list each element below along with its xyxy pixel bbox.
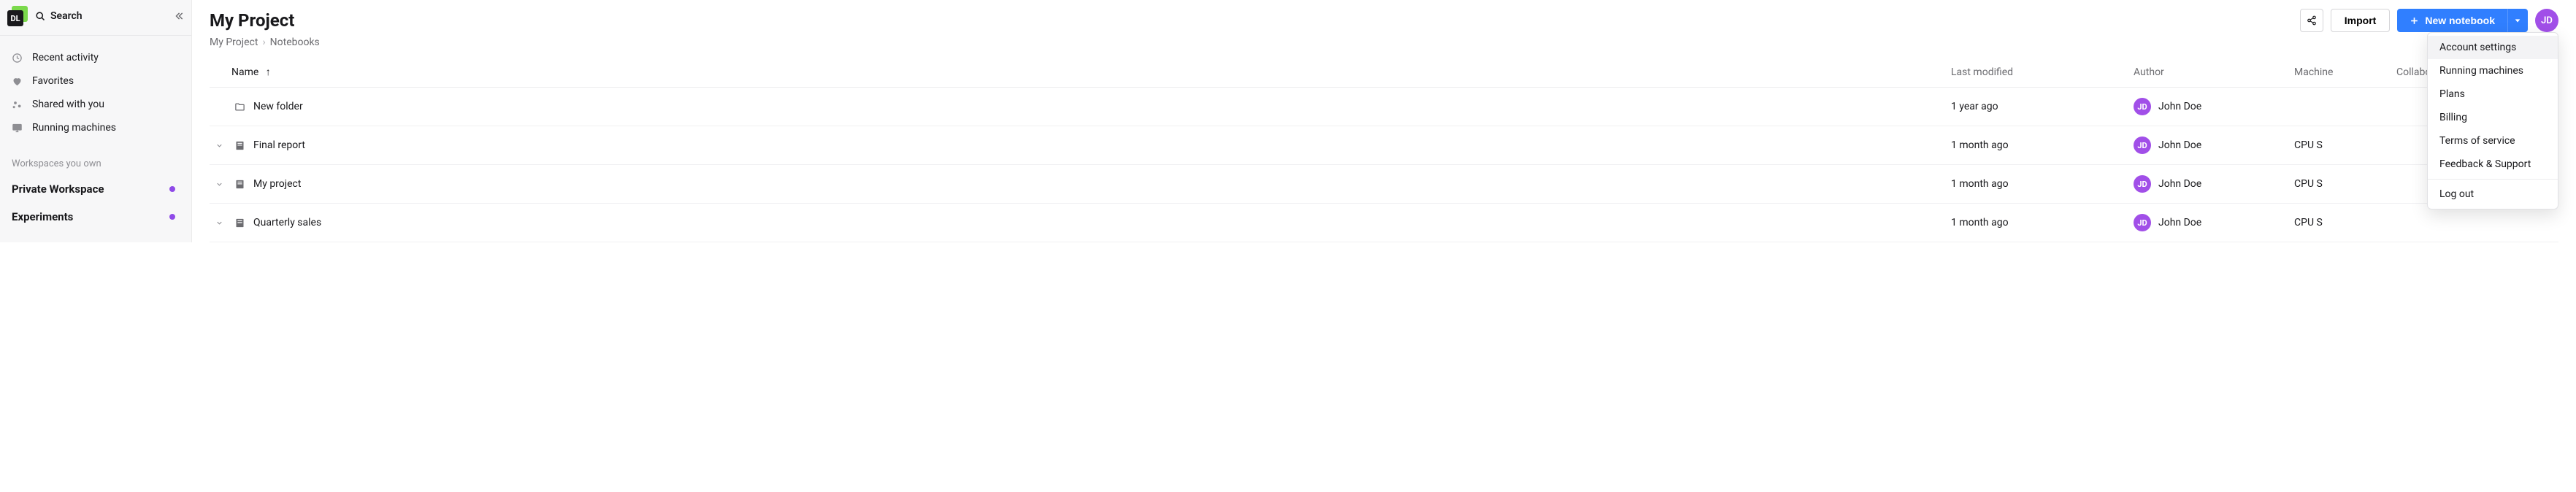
item-name: My project	[253, 178, 301, 190]
share-button[interactable]	[2300, 9, 2323, 32]
modified-cell: 1 year ago	[1945, 88, 2128, 126]
notebook-icon	[234, 140, 246, 151]
author-avatar: JD	[2134, 175, 2151, 193]
user-menu-item[interactable]: Billing	[2428, 106, 2558, 129]
modified-cell: 1 month ago	[1945, 204, 2128, 242]
modified-cell: 1 month ago	[1945, 126, 2128, 165]
notebooks-table: Name ↑ Last modified Author Machine Coll…	[210, 57, 2558, 242]
share-icon	[2307, 15, 2317, 26]
item-name: Final report	[253, 139, 305, 151]
plus-icon	[2410, 16, 2419, 26]
sidebar-nav-item[interactable]: Favorites	[0, 69, 191, 93]
sidebar-nav-item[interactable]: Shared with you	[0, 93, 191, 116]
breadcrumb-item[interactable]: Notebooks	[270, 36, 320, 48]
folder-icon	[234, 101, 246, 112]
item-name: New folder	[253, 101, 303, 112]
user-menu-item[interactable]: Running machines	[2428, 59, 2558, 82]
app-logo-text: DL	[7, 10, 23, 26]
column-header-author[interactable]: Author	[2128, 57, 2288, 88]
new-notebook-label: New notebook	[2425, 15, 2495, 26]
workspace-name: Private Workspace	[12, 182, 104, 196]
author-name: John Doe	[2158, 217, 2201, 228]
column-header-modified[interactable]: Last modified	[1945, 57, 2128, 88]
sort-ascending-icon: ↑	[266, 66, 271, 78]
app-logo[interactable]: DL	[7, 6, 28, 26]
clock-icon	[12, 53, 23, 64]
sidebar-nav: Recent activity Favorites Shared with you R…	[0, 39, 191, 147]
workspace-status-dot	[169, 186, 175, 192]
table-row[interactable]: Final report 1 month ago JD John Doe CPU S	[210, 126, 2558, 165]
workspace-status-dot	[169, 214, 175, 220]
author-name: John Doe	[2158, 139, 2201, 151]
sidebar-nav-item[interactable]: Recent activity	[0, 46, 191, 69]
item-name: Quarterly sales	[253, 217, 321, 228]
search-label: Search	[50, 10, 83, 22]
machine-cell: CPU S	[2288, 165, 2391, 204]
table-row[interactable]: New folder 1 year ago JD John Doe	[210, 88, 2558, 126]
sidebar-nav-label: Running machines	[32, 122, 116, 134]
notebook-icon	[234, 179, 246, 190]
user-menu-item[interactable]: Plans	[2428, 82, 2558, 106]
machine-cell	[2288, 88, 2391, 126]
table-row[interactable]: Quarterly sales 1 month ago JD John Doe CPU …	[210, 204, 2558, 242]
expand-icon[interactable]	[215, 219, 227, 227]
sidebar-nav-label: Shared with you	[32, 99, 104, 110]
menu-separator	[2428, 179, 2558, 180]
workspace-name: Experiments	[12, 210, 73, 223]
page-title: My Project	[210, 10, 294, 31]
table-row[interactable]: My project 1 month ago JD John Doe CPU S	[210, 165, 2558, 204]
author-name: John Doe	[2158, 101, 2201, 112]
collapse-sidebar-button[interactable]	[174, 11, 184, 21]
new-notebook-split-button: New notebook	[2397, 9, 2528, 32]
sidebar-nav-item[interactable]: Running machines	[0, 116, 191, 139]
monitor-icon	[12, 123, 23, 134]
user-menu-logout[interactable]: Log out	[2428, 182, 2558, 206]
new-notebook-button[interactable]: New notebook	[2397, 9, 2507, 32]
sidebar: DL Search Recent activity Favorites Shared…	[0, 0, 192, 242]
workspace-item[interactable]: Experiments	[0, 203, 191, 231]
main-content: My Project Import	[192, 0, 2576, 242]
import-button-label: Import	[2345, 15, 2377, 26]
user-menu-item[interactable]: Terms of service	[2428, 129, 2558, 153]
breadcrumb: My Project › Notebooks	[192, 32, 2576, 48]
search-icon	[35, 11, 46, 22]
breadcrumb-item[interactable]: My Project	[210, 36, 258, 48]
chevron-right-icon: ›	[262, 36, 265, 48]
sidebar-nav-label: Recent activity	[32, 52, 99, 64]
expand-icon[interactable]	[215, 180, 227, 188]
user-menu-dropdown: Account settingsRunning machinesPlansBil…	[2427, 32, 2558, 210]
user-avatar[interactable]: JD	[2535, 9, 2558, 32]
machine-cell: CPU S	[2288, 126, 2391, 165]
author-name: John Doe	[2158, 178, 2201, 190]
modified-cell: 1 month ago	[1945, 165, 2128, 204]
user-menu-item[interactable]: Feedback & Support	[2428, 153, 2558, 176]
sidebar-nav-label: Favorites	[32, 75, 74, 87]
user-menu-item[interactable]: Account settings	[2428, 36, 2558, 59]
expand-icon[interactable]	[215, 142, 227, 150]
import-button[interactable]: Import	[2331, 9, 2391, 32]
chevron-down-icon	[2514, 17, 2521, 24]
machine-cell: CPU S	[2288, 204, 2391, 242]
column-header-machine[interactable]: Machine	[2288, 57, 2391, 88]
share-icon	[12, 99, 23, 110]
author-avatar: JD	[2134, 137, 2151, 154]
column-header-name[interactable]: Name ↑	[210, 57, 1945, 88]
notebook-icon	[234, 218, 246, 228]
new-notebook-dropdown-button[interactable]	[2507, 9, 2528, 32]
author-avatar: JD	[2134, 98, 2151, 115]
workspace-section-label: Workspaces you own	[0, 147, 191, 175]
author-avatar: JD	[2134, 214, 2151, 231]
heart-icon	[12, 76, 23, 87]
workspace-item[interactable]: Private Workspace	[0, 175, 191, 203]
search-button[interactable]: Search	[35, 10, 83, 22]
